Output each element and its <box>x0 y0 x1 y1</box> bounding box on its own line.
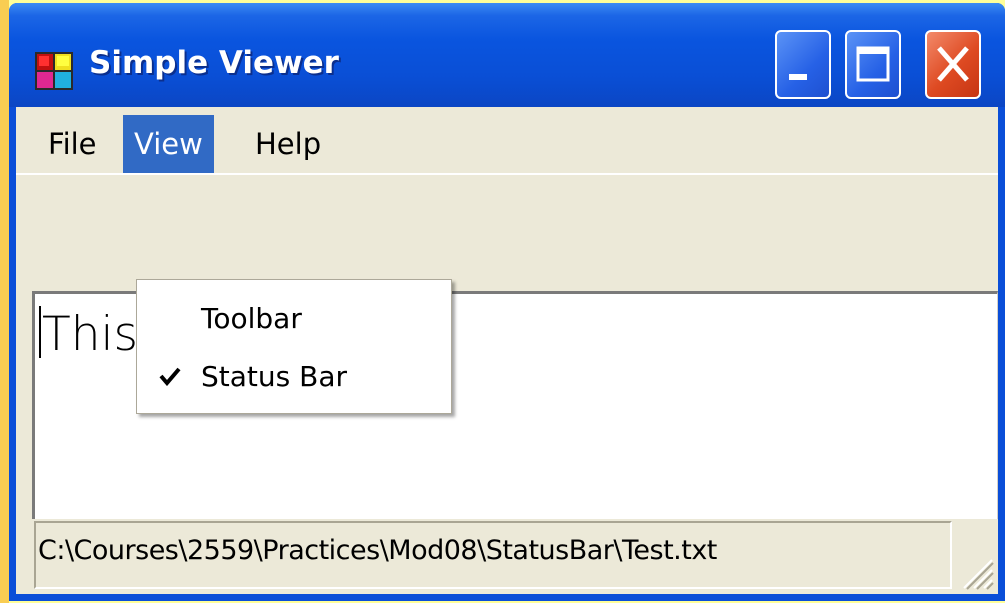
title-bar[interactable]: Simple Viewer <box>9 3 1005 107</box>
checkmark-icon <box>159 367 181 386</box>
minimize-icon <box>789 74 807 80</box>
close-button[interactable] <box>925 30 981 99</box>
view-menu-dropdown: Toolbar Status Bar <box>136 279 452 414</box>
menu-help[interactable]: Help <box>244 115 332 173</box>
text-caret <box>39 306 41 358</box>
minimize-button[interactable] <box>775 30 831 99</box>
menu-item-toolbar[interactable]: Toolbar <box>137 292 451 346</box>
app-windows-icon <box>35 52 73 90</box>
menu-view[interactable]: View <box>123 115 214 173</box>
app-window: Simple Viewer File View Help This C:\Cou… <box>9 3 1005 601</box>
status-panel: C:\Courses\2559\Practices\Mod08\StatusBa… <box>34 521 952 589</box>
toolbar-area <box>16 173 998 277</box>
menu-file[interactable]: File <box>37 115 108 173</box>
client-area: File View Help This is a test... C:\Cour… <box>16 107 998 594</box>
resize-grip-icon[interactable] <box>958 554 994 590</box>
maximize-button[interactable] <box>845 30 901 99</box>
status-path: C:\Courses\2559\Practices\Mod08\StatusBa… <box>38 535 717 566</box>
background-strip <box>0 0 9 603</box>
menu-bar: File View Help <box>16 107 998 173</box>
maximize-icon <box>856 46 890 82</box>
menu-item-toolbar-label: Toolbar <box>201 302 302 335</box>
menu-item-status-bar-label: Status Bar <box>201 360 348 393</box>
window-title: Simple Viewer <box>89 45 339 81</box>
menu-item-status-bar[interactable]: Status Bar <box>137 350 451 404</box>
status-bar: C:\Courses\2559\Practices\Mod08\StatusBa… <box>16 519 998 594</box>
close-icon <box>937 46 969 82</box>
